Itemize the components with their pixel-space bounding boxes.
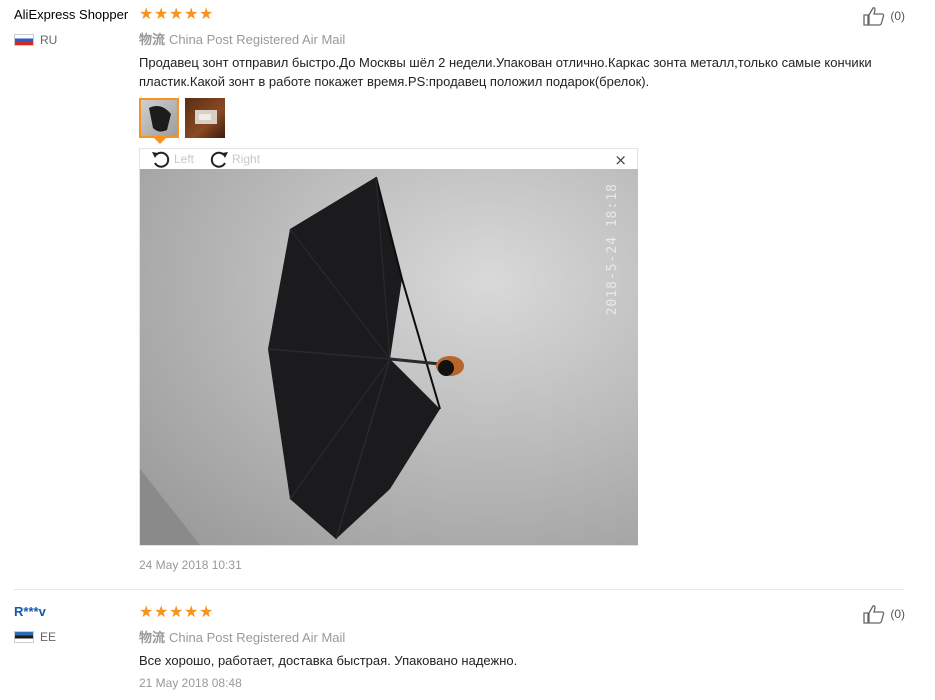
thumbs-up-icon bbox=[863, 7, 885, 26]
review-date: 24 May 2018 10:31 bbox=[139, 558, 242, 572]
flag-ru-icon bbox=[14, 34, 34, 46]
review-divider bbox=[14, 589, 904, 590]
star-icon: ★ bbox=[169, 602, 184, 621]
shipping-label: 物流 bbox=[139, 631, 166, 646]
like-count: (0) bbox=[890, 607, 905, 621]
shipping-value: China Post Registered Air Mail bbox=[169, 32, 346, 47]
shipping-label: 物流 bbox=[139, 33, 166, 48]
review-author[interactable]: R***v bbox=[14, 604, 46, 619]
close-icon[interactable]: × bbox=[614, 151, 627, 169]
review-text: Продавец зонт отправил быстро.До Москвы … bbox=[139, 55, 872, 89]
review-text: Все хорошо, работает, доставка быстрая. … bbox=[139, 653, 518, 668]
like-button[interactable]: (0) bbox=[862, 604, 905, 624]
like-count: (0) bbox=[890, 9, 905, 23]
review-date: 21 May 2018 08:48 bbox=[139, 676, 242, 690]
review-country: EE bbox=[14, 630, 56, 644]
star-icon: ★ bbox=[169, 4, 184, 23]
star-icon: ★ bbox=[139, 602, 154, 621]
shipping-method: 物流 China Post Registered Air Mail bbox=[139, 29, 345, 48]
photo-thumbnail[interactable] bbox=[185, 98, 225, 138]
star-rating: ★ ★ ★ ★ ★ bbox=[139, 602, 214, 621]
star-icon: ★ bbox=[184, 602, 199, 621]
star-icon: ★ bbox=[139, 4, 154, 23]
photo-timestamp: 2018-5-24 18:18 bbox=[605, 183, 620, 316]
viewer-toolbar: Left Right bbox=[150, 149, 260, 169]
country-code: EE bbox=[40, 630, 57, 644]
like-button[interactable]: (0) bbox=[862, 6, 905, 26]
umbrella-photo bbox=[140, 169, 638, 545]
shipping-value: China Post Registered Air Mail bbox=[169, 630, 346, 645]
photo-thumbnail[interactable] bbox=[139, 98, 179, 138]
rotate-right-icon bbox=[210, 151, 229, 168]
country-code: RU bbox=[40, 33, 58, 47]
photo-viewer: Left Right × 2018-5-24 18:18 bbox=[139, 148, 638, 546]
review-author: AliExpress Shopper bbox=[14, 7, 129, 22]
star-icon: ★ bbox=[199, 602, 214, 621]
shipping-method: 物流 China Post Registered Air Mail bbox=[139, 627, 345, 646]
thumbnail-pointer bbox=[154, 138, 166, 144]
rotate-left-icon bbox=[152, 151, 170, 168]
rotate-left-button[interactable]: Left bbox=[150, 149, 194, 169]
star-icon: ★ bbox=[154, 602, 169, 621]
star-icon: ★ bbox=[154, 4, 169, 23]
thumbs-up-icon bbox=[863, 605, 885, 624]
star-rating: ★ ★ ★ ★ ★ bbox=[139, 4, 214, 23]
star-icon: ★ bbox=[199, 4, 214, 23]
rotate-left-label: Left bbox=[174, 152, 195, 166]
star-icon: ★ bbox=[184, 4, 199, 23]
rotate-right-button[interactable]: Right bbox=[208, 149, 260, 169]
rotate-right-label: Right bbox=[232, 152, 261, 166]
review-photo: 2018-5-24 18:18 bbox=[140, 169, 638, 545]
review-photos bbox=[139, 98, 225, 138]
flag-ee-icon bbox=[14, 631, 34, 643]
review-country: RU bbox=[14, 33, 57, 47]
